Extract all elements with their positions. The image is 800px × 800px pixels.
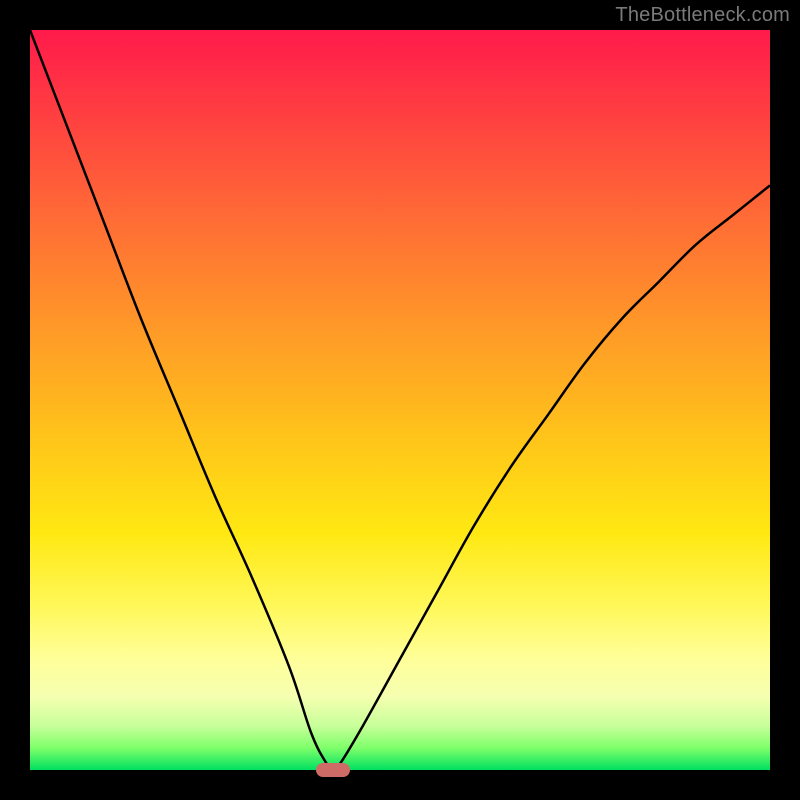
bottleneck-curve — [30, 30, 770, 770]
plot-area — [30, 30, 770, 770]
optimal-marker — [316, 763, 350, 777]
chart-frame: TheBottleneck.com — [0, 0, 800, 800]
watermark-text: TheBottleneck.com — [615, 4, 790, 27]
